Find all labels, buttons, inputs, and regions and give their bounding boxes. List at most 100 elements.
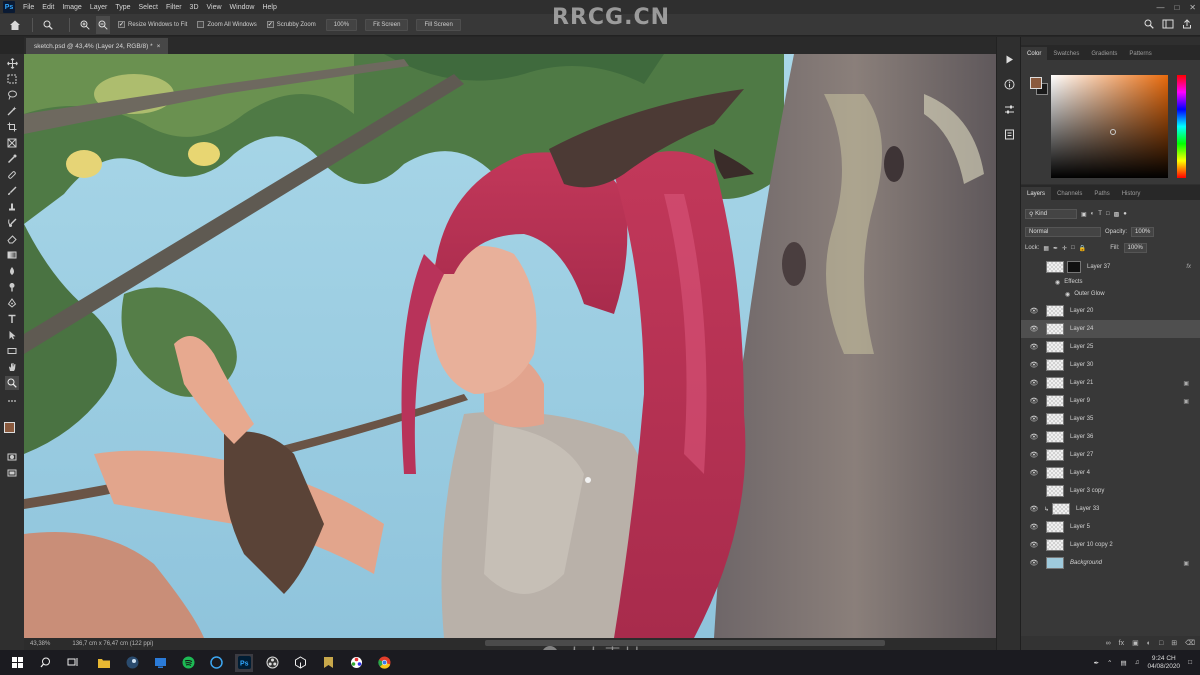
opacity-input[interactable]: 100% (1131, 227, 1155, 237)
unity-icon[interactable] (291, 654, 309, 672)
file-explorer-icon[interactable] (95, 654, 113, 672)
app-circle-icon[interactable] (207, 654, 225, 672)
lock-move-icon[interactable]: ✛ (1062, 245, 1067, 252)
color-picker-cursor[interactable] (1110, 129, 1116, 135)
tab-history[interactable]: History (1116, 187, 1147, 200)
remote-app-icon[interactable] (151, 654, 169, 672)
layer-row[interactable]: 👁 Layer 4 (1021, 464, 1200, 482)
zoom-100-button[interactable]: 100% (325, 18, 358, 31)
tab-paths[interactable]: Paths (1088, 187, 1115, 200)
eye-icon[interactable]: 👁 (1029, 559, 1039, 567)
eye-icon[interactable]: 👁 (1029, 433, 1039, 441)
photoshop-taskbar-icon[interactable]: Ps (235, 653, 253, 672)
effect-eye-icon[interactable]: ◉ (1065, 291, 1070, 298)
task-view-icon[interactable] (64, 654, 82, 672)
color-wheel-app-icon[interactable] (347, 654, 365, 672)
move-tool-icon[interactable] (5, 56, 19, 70)
info-icon[interactable] (1003, 78, 1015, 90)
add-style-icon[interactable]: fx (1119, 640, 1124, 647)
filter-adjust-icon[interactable]: ◐ (1091, 211, 1095, 217)
layer-with-effects[interactable]: Layer 37 fx (1021, 258, 1200, 276)
search-icon[interactable] (1144, 19, 1154, 31)
close-tab-icon[interactable]: × (157, 43, 161, 50)
filter-toggle-icon[interactable]: ● (1123, 211, 1127, 217)
delete-layer-icon[interactable]: ⌫ (1185, 639, 1195, 647)
game-launcher-icon[interactable] (319, 654, 337, 672)
maximize-icon[interactable]: □ (1174, 3, 1179, 12)
magic-wand-icon[interactable] (5, 104, 19, 118)
rectangle-tool-icon[interactable] (5, 344, 19, 358)
notifications-icon[interactable]: □ (1188, 659, 1192, 666)
eye-icon[interactable]: 👁 (1029, 307, 1039, 315)
eraser-tool-icon[interactable] (5, 232, 19, 246)
zoom-tool-active-icon[interactable] (5, 376, 19, 390)
zoom-in-icon[interactable] (78, 16, 92, 34)
frame-tool-icon[interactable] (5, 136, 19, 150)
foreground-color-chip[interactable] (1030, 77, 1042, 89)
obs-icon[interactable] (263, 654, 281, 672)
eye-icon[interactable]: 👁 (1029, 361, 1039, 369)
color-picker-field[interactable] (1051, 75, 1168, 178)
layer-row[interactable]: 👁 Layer 5 (1021, 518, 1200, 536)
layer-row[interactable]: 👁 Layer 10 copy 2 (1021, 536, 1200, 554)
lock-transparent-icon[interactable]: ▦ (1043, 245, 1049, 252)
filter-pixel-icon[interactable]: ▣ (1081, 211, 1087, 218)
libraries-icon[interactable] (1003, 128, 1015, 140)
type-tool-icon[interactable] (5, 312, 19, 326)
history-brush-icon[interactable] (5, 216, 19, 230)
effects-eye-icon[interactable]: ◉ (1055, 279, 1060, 286)
filter-shape-icon[interactable]: □ (1106, 211, 1110, 217)
brush-tool-icon[interactable] (5, 184, 19, 198)
fx-icon[interactable]: fx (1186, 264, 1191, 270)
tab-channels[interactable]: Channels (1051, 187, 1088, 200)
eye-icon[interactable]: 👁 (1029, 451, 1039, 459)
pen-tray-icon[interactable]: ✒ (1094, 659, 1099, 667)
healing-brush-icon[interactable] (5, 168, 19, 182)
filter-kind-dropdown[interactable]: ⚲ Kind (1025, 209, 1077, 219)
play-actions-icon[interactable] (1003, 53, 1015, 65)
search-icon[interactable] (36, 654, 54, 672)
blend-mode-dropdown[interactable]: Normal (1025, 227, 1101, 237)
eye-icon[interactable]: 👁 (1029, 343, 1039, 351)
layer-row[interactable]: 👁 Layer 21 ▣ (1021, 374, 1200, 392)
eye-icon[interactable]: 👁 (1029, 523, 1039, 531)
filter-type-icon[interactable]: T (1098, 211, 1102, 217)
menu-type[interactable]: Type (111, 4, 134, 11)
chrome-icon[interactable] (375, 654, 393, 672)
minimize-icon[interactable]: — (1156, 3, 1164, 12)
menu-select[interactable]: Select (135, 4, 162, 11)
adjustments-icon[interactable] (1003, 103, 1015, 115)
menu-file[interactable]: File (19, 4, 38, 11)
zoom-all-windows-checkbox[interactable]: Zoom All Windows (197, 21, 257, 28)
eye-icon[interactable]: 👁 (1029, 415, 1039, 423)
layer-row[interactable]: 👁 Layer 20 (1021, 302, 1200, 320)
eye-icon[interactable]: 👁 (1029, 541, 1039, 549)
layer-row-hidden[interactable]: Layer 3 copy (1021, 482, 1200, 500)
eye-icon[interactable]: 👁 (1029, 397, 1039, 405)
network-icon[interactable]: ▤ (1120, 659, 1126, 667)
tab-swatches[interactable]: Swatches (1047, 47, 1085, 60)
outer-glow-row[interactable]: ◉ Outer Glow (1021, 288, 1200, 300)
foreground-color-swatch[interactable] (4, 422, 15, 433)
volume-icon[interactable]: ♫ (1135, 659, 1140, 666)
workspace-icon[interactable] (1162, 19, 1174, 31)
fill-input[interactable]: 100% (1123, 243, 1147, 253)
filter-smart-icon[interactable]: ▩ (1114, 211, 1120, 218)
close-icon[interactable]: ✕ (1189, 3, 1196, 12)
dodge-tool-icon[interactable] (5, 280, 19, 294)
pen-tool-icon[interactable] (5, 296, 19, 310)
eye-icon[interactable]: 👁 (1029, 325, 1039, 333)
zoom-out-icon[interactable] (96, 15, 110, 34)
lasso-tool-icon[interactable] (5, 88, 19, 102)
fill-screen-button[interactable]: Fill Screen (416, 18, 461, 31)
tab-gradients[interactable]: Gradients (1085, 47, 1123, 60)
layer-row[interactable]: 👁 Layer 30 (1021, 356, 1200, 374)
menu-view[interactable]: View (203, 4, 226, 11)
chevron-up-icon[interactable]: ⌃ (1107, 659, 1112, 667)
eye-icon[interactable]: 👁 (1029, 469, 1039, 477)
steam-icon[interactable] (123, 654, 141, 672)
menu-3d[interactable]: 3D (186, 4, 203, 11)
clone-stamp-icon[interactable] (5, 200, 19, 214)
spotify-icon[interactable] (179, 654, 197, 672)
scrubby-zoom-checkbox[interactable]: ✓ Scrubby Zoom (266, 21, 316, 28)
